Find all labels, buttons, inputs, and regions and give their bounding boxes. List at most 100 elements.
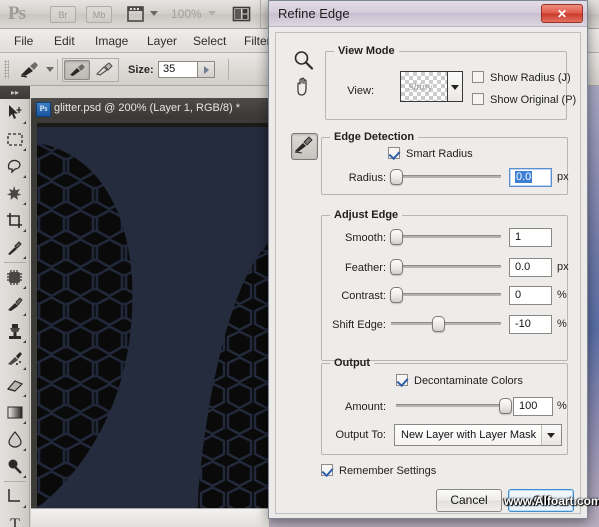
- collapse-panel-button[interactable]: ▸▸: [0, 86, 30, 99]
- arrange-documents-icon[interactable]: [126, 5, 145, 23]
- move-tool[interactable]: [2, 100, 28, 126]
- contrast-input[interactable]: 0: [509, 286, 552, 305]
- rectangular-marquee-tool[interactable]: [2, 127, 28, 153]
- refine-brush-button[interactable]: [64, 60, 90, 80]
- output-legend: Output: [330, 357, 374, 369]
- feather-unit: px: [557, 261, 569, 273]
- remember-settings-label: Remember Settings: [339, 465, 436, 477]
- show-radius-label: Show Radius (J): [490, 72, 571, 84]
- eyedropper-tool[interactable]: [2, 235, 28, 261]
- arrange-chevron-down-icon[interactable]: [150, 11, 158, 16]
- refine-brush-icon: [292, 134, 315, 157]
- crop-tool[interactable]: [2, 208, 28, 234]
- amount-input[interactable]: 100: [513, 397, 553, 416]
- document-tab[interactable]: Ps glitter.psd @ 200% (Layer 1, RGB/8) *: [31, 98, 269, 119]
- amount-slider-track: [396, 404, 508, 407]
- contrast-unit: %: [557, 289, 567, 301]
- status-bar: [31, 508, 269, 527]
- brush-tool[interactable]: [2, 292, 28, 318]
- options-bar-grip[interactable]: [4, 60, 9, 79]
- appbar-divider: [260, 0, 261, 29]
- document-icon: Ps: [36, 102, 51, 117]
- close-icon[interactable]: ✕: [541, 4, 583, 23]
- feather-slider-track: [391, 265, 501, 268]
- quick-selection-tool[interactable]: [2, 181, 28, 207]
- spot-healing-brush-tool[interactable]: [2, 265, 28, 291]
- amount-label: Amount:: [326, 401, 386, 413]
- contrast-slider-thumb[interactable]: [390, 287, 403, 303]
- dodge-tool[interactable]: [2, 454, 28, 480]
- remember-settings-checkbox[interactable]: [321, 464, 333, 476]
- screen-mode-icon[interactable]: [232, 5, 251, 23]
- zoom-tool-button[interactable]: [291, 48, 316, 73]
- document-tab-title: glitter.psd @ 200% (Layer 1, RGB/8) *: [54, 101, 240, 116]
- show-radius-checkbox[interactable]: [472, 71, 484, 83]
- dialog-title-bar[interactable]: Refine Edge ✕: [269, 1, 587, 27]
- smooth-slider-thumb[interactable]: [390, 229, 403, 245]
- zoom-chevron-down-icon[interactable]: [208, 11, 216, 16]
- shift-edge-slider-thumb[interactable]: [432, 316, 445, 332]
- radius-slider-thumb[interactable]: [390, 169, 403, 185]
- size-chevron-right-icon[interactable]: [198, 61, 215, 78]
- cancel-button[interactable]: Cancel: [436, 489, 502, 512]
- eraser-tool[interactable]: [2, 373, 28, 399]
- shift-edge-label: Shift Edge:: [318, 319, 386, 331]
- show-original-label: Show Original (P): [490, 94, 576, 106]
- gradient-tool[interactable]: [2, 400, 28, 426]
- document-canvas[interactable]: [37, 123, 269, 508]
- view-preview-swatch[interactable]: Shiny: [400, 71, 448, 102]
- mini-bridge-button[interactable]: Mb: [86, 6, 112, 23]
- tool-preset-chevron-down-icon[interactable]: [46, 67, 54, 72]
- hand-icon: [291, 75, 316, 100]
- radius-input[interactable]: 0.0: [509, 168, 552, 187]
- menu-image[interactable]: Image: [91, 33, 132, 49]
- contrast-slider[interactable]: [391, 287, 501, 301]
- radius-value: 0.0: [515, 171, 532, 183]
- size-input[interactable]: 35: [158, 61, 198, 78]
- lasso-tool[interactable]: [2, 154, 28, 180]
- shift-edge-input[interactable]: -10: [509, 315, 552, 334]
- tools-divider-2: [4, 481, 26, 482]
- smart-radius-label: Smart Radius: [406, 148, 473, 160]
- history-brush-tool[interactable]: [2, 346, 28, 372]
- decontaminate-colors-label: Decontaminate Colors: [414, 375, 523, 387]
- menu-file[interactable]: File: [10, 33, 37, 49]
- ok-button[interactable]: OK: [508, 489, 574, 512]
- refine-edge-dialog: Refine Edge ✕: [268, 0, 588, 519]
- menu-select[interactable]: Select: [189, 33, 230, 49]
- blur-tool[interactable]: [2, 427, 28, 453]
- radius-label: Radius:: [336, 172, 386, 184]
- hand-tool-button[interactable]: [291, 75, 316, 100]
- decontaminate-colors-checkbox[interactable]: [396, 374, 408, 386]
- show-original-checkbox[interactable]: [472, 93, 484, 105]
- menu-edit[interactable]: Edit: [50, 33, 79, 49]
- pen-tool[interactable]: [2, 484, 28, 510]
- smooth-label: Smooth:: [326, 232, 386, 244]
- radius-slider-track: [391, 175, 501, 178]
- output-to-dropdown-arrow[interactable]: [541, 425, 561, 445]
- menu-layer[interactable]: Layer: [143, 33, 181, 49]
- feather-slider[interactable]: [391, 259, 501, 273]
- contrast-label: Contrast:: [326, 290, 386, 302]
- smart-radius-checkbox[interactable]: [388, 147, 400, 159]
- refine-radius-tool-button[interactable]: [291, 133, 318, 160]
- feather-label: Feather:: [326, 262, 386, 274]
- shift-edge-slider[interactable]: [391, 316, 501, 330]
- canvas-area[interactable]: [31, 119, 269, 508]
- amount-slider[interactable]: [396, 398, 508, 412]
- erase-refinements-button[interactable]: [92, 60, 118, 80]
- type-tool[interactable]: T: [2, 511, 28, 527]
- feather-slider-thumb[interactable]: [390, 259, 403, 275]
- amount-slider-thumb[interactable]: [499, 398, 512, 414]
- active-tool-icon[interactable]: [18, 60, 42, 79]
- clone-stamp-tool[interactable]: [2, 319, 28, 345]
- output-to-select[interactable]: New Layer with Layer Mask: [394, 424, 562, 446]
- smooth-slider[interactable]: [391, 229, 501, 243]
- feather-input[interactable]: 0.0: [509, 258, 552, 277]
- view-label: View:: [334, 85, 374, 97]
- view-preview-caption: Shiny: [408, 81, 432, 93]
- radius-slider[interactable]: [391, 169, 501, 183]
- smooth-input[interactable]: 1: [509, 228, 552, 247]
- bridge-button[interactable]: Br: [50, 6, 76, 23]
- view-dropdown-button[interactable]: [448, 71, 463, 102]
